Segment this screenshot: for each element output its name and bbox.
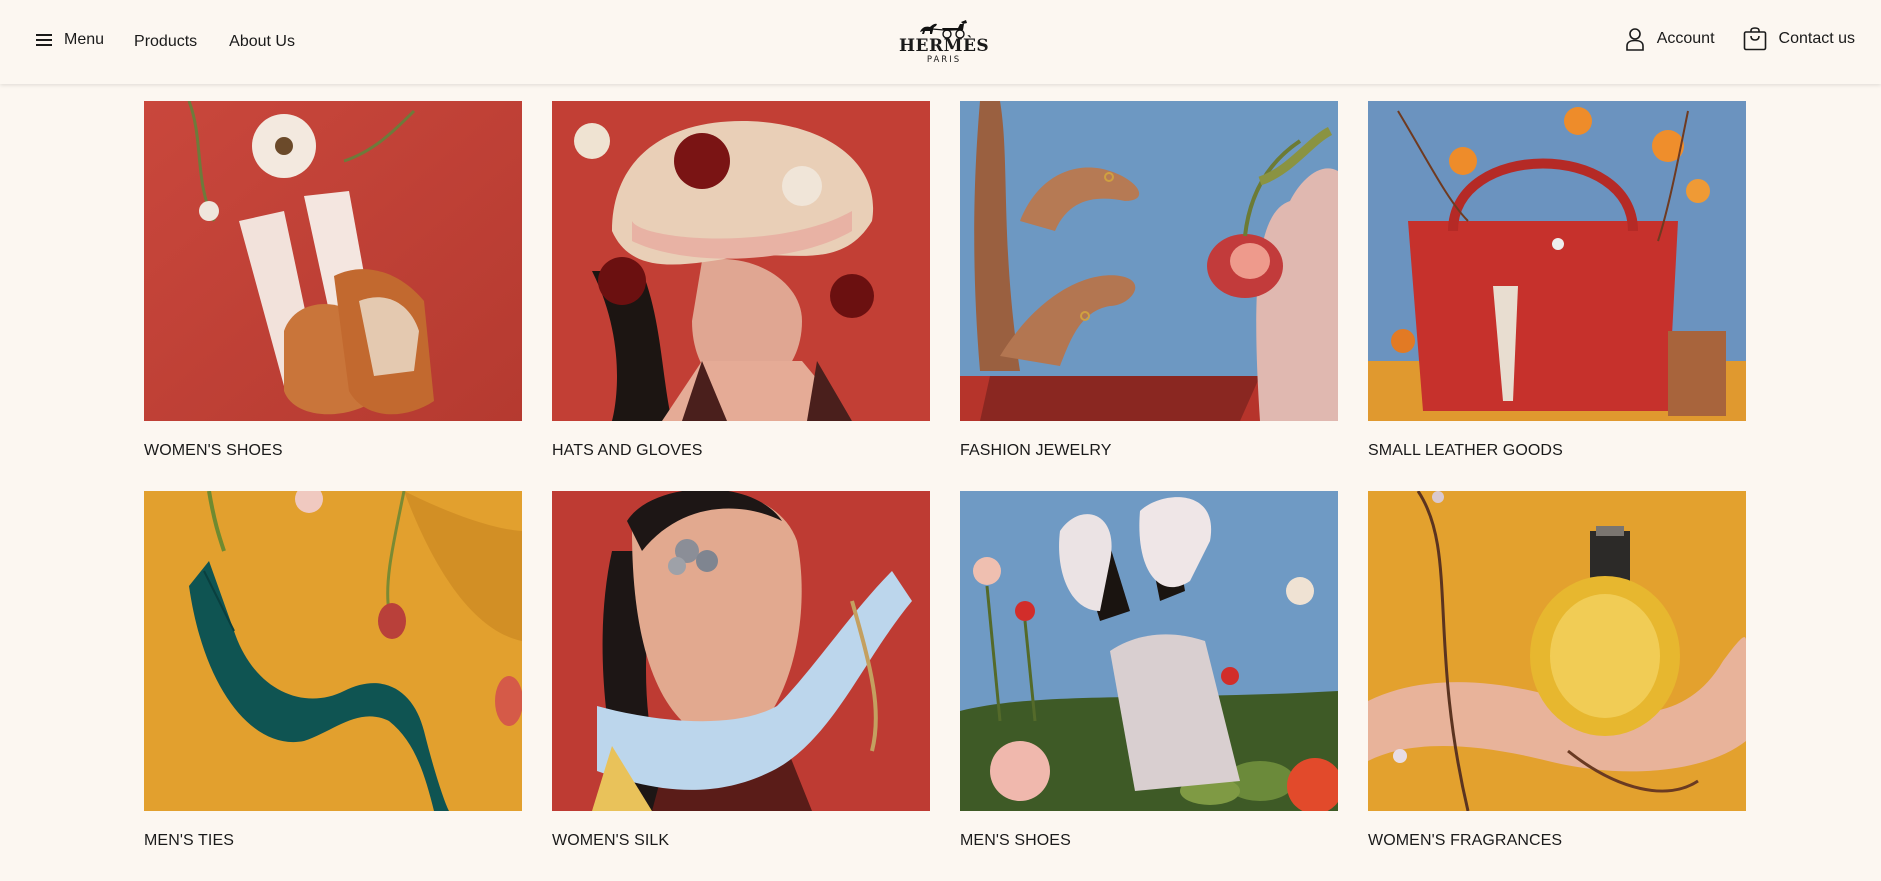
contact-us-label: Contact us xyxy=(1778,30,1855,47)
shopping-bag-icon xyxy=(1743,27,1766,51)
category-image-fashion-jewelry xyxy=(960,101,1338,421)
category-image-womens-silk xyxy=(552,491,930,811)
hamburger-menu-icon xyxy=(36,33,52,47)
category-grid: WOMEN'S SHOES HATS AND GLOVES FASHION JE… xyxy=(144,101,1746,881)
category-label: MEN'S TIES xyxy=(144,832,234,849)
contact-us-button[interactable]: Contact us xyxy=(1743,27,1855,51)
logo-subtitle: PARIS xyxy=(926,55,962,65)
nav-link-about-us[interactable]: About Us xyxy=(229,33,295,51)
category-label: MEN'S SHOES xyxy=(960,832,1071,849)
category-card-womens-shoes[interactable]: WOMEN'S SHOES xyxy=(144,101,522,491)
category-label: FASHION JEWELRY xyxy=(960,442,1112,459)
category-card-hats-and-gloves[interactable]: HATS AND GLOVES xyxy=(552,101,930,491)
menu-label: Menu xyxy=(64,31,105,48)
category-card-womens-fragrances[interactable]: WOMEN'S FRAGRANCES xyxy=(1368,491,1746,881)
category-image-mens-shoes xyxy=(960,491,1338,811)
category-label: HATS AND GLOVES xyxy=(552,442,703,459)
category-image-womens-fragrances xyxy=(1368,491,1746,811)
category-label: WOMEN'S FRAGRANCES xyxy=(1368,832,1563,849)
logo-wordmark: HERMÈS xyxy=(899,36,990,56)
category-card-fashion-jewelry[interactable]: FASHION JEWELRY xyxy=(960,101,1338,491)
category-card-mens-ties[interactable]: MEN'S TIES xyxy=(144,491,522,881)
category-image-hats-and-gloves xyxy=(552,101,930,421)
category-card-small-leather-goods[interactable]: SMALL LEATHER GOODS xyxy=(1368,101,1746,491)
user-icon xyxy=(1625,28,1644,51)
category-label: SMALL LEATHER GOODS xyxy=(1368,442,1563,459)
header-left-nav: Menu Products About Us xyxy=(36,28,295,52)
hermes-logo[interactable]: HERMÈS PARIS xyxy=(899,18,989,70)
category-card-womens-silk[interactable]: WOMEN'S SILK xyxy=(552,491,930,881)
site-header: Menu Products About Us HERMÈS PARIS Acco… xyxy=(0,0,1881,84)
category-image-womens-shoes xyxy=(144,101,522,421)
category-card-mens-shoes[interactable]: MEN'S SHOES xyxy=(960,491,1338,881)
account-label: Account xyxy=(1656,30,1715,47)
category-label: WOMEN'S SILK xyxy=(552,832,670,849)
category-image-small-leather-goods xyxy=(1368,101,1746,421)
menu-button[interactable]: Menu xyxy=(36,31,104,49)
account-button[interactable]: Account xyxy=(1625,27,1715,51)
header-right-nav: Account Contact us xyxy=(1625,26,1855,52)
category-label: WOMEN'S SHOES xyxy=(144,442,283,459)
nav-link-products[interactable]: Products xyxy=(134,33,197,51)
category-image-mens-ties xyxy=(144,491,522,811)
